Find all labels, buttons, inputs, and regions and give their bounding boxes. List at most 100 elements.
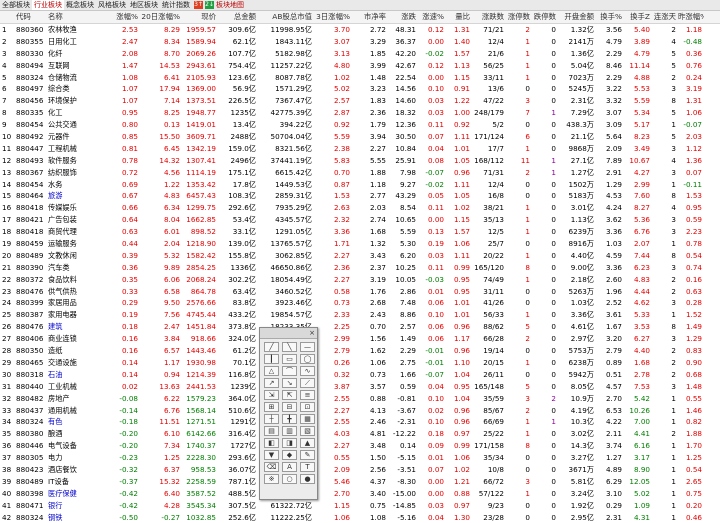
table-row[interactable]: 42 880324 钢铁 -0.50 -0.27 1032.85 252.6亿 11222.2… xyxy=(0,512,720,523)
column-header[interactable]: AB股总市值 xyxy=(258,11,314,23)
table-row[interactable]: 26880476建筑0.182.471451.84373.8亿18233.35亿… xyxy=(0,321,720,333)
table-row[interactable]: 22 880372 食品饮料 0.35 6.06 2068.24 302.2亿 18054.4… xyxy=(0,274,720,286)
column-header[interactable]: 3日涨幅% xyxy=(314,11,352,23)
table-row[interactable]: 24 880399 家居用品 0.29 9.50 2576.66 83.8亿 3923.46亿… xyxy=(0,297,720,309)
table-row[interactable]: 17 880421 广告包装 0.64 8.04 1662.85 53.4亿 4345.57亿… xyxy=(0,214,720,226)
draw-tool-icon[interactable]: ✎ xyxy=(300,450,315,460)
column-header[interactable]: 现价 xyxy=(182,11,218,23)
column-header[interactable]: 开盘金额 xyxy=(558,11,596,23)
tab-6[interactable]: 板块地图 xyxy=(214,0,246,10)
drawing-tool-palette[interactable]: × ╱ ╲ — ┃ ▭ ◯ △ ⌒ ∿ ↗ ↘ ⟋ ⇲ ⇱ ≡ ⊞ ⊟ ⊡ ┼ ╋ ▦ ▤ ▥ ▧ ◧ ◨ ▲ ▼ ◆ ✎ ⌫ A T ※ ○ ● xyxy=(259,327,318,500)
draw-tool-icon[interactable]: ◨ xyxy=(282,438,297,448)
table-row[interactable]: 6 880497 综合类 1.07 17.94 1369.00 56.9亿 1571.29亿 5… xyxy=(0,83,720,95)
table-row[interactable]: 4 880494 互联网 1.47 14.53 2943.61 754.4亿 11257.22… xyxy=(0,60,720,72)
draw-tool-icon[interactable]: ╲ xyxy=(282,342,297,352)
draw-tool-icon[interactable]: ▼ xyxy=(264,450,279,460)
draw-tool-icon[interactable]: ◆ xyxy=(282,450,297,460)
column-header[interactable]: 涨速% xyxy=(418,11,446,23)
close-icon[interactable]: × xyxy=(309,328,315,338)
table-row[interactable]: 27880406商业连锁0.163.84918.66324.0亿10257.86… xyxy=(0,333,720,345)
draw-tool-icon[interactable]: ⌫ xyxy=(264,462,279,472)
column-header[interactable]: 名称 xyxy=(48,11,100,23)
draw-tool-icon[interactable]: ↘ xyxy=(282,378,297,388)
draw-tool-icon[interactable]: ▲ xyxy=(300,438,315,448)
table-row[interactable]: 28880350造纸0.166.571443.4661.2亿2102.99亿2.… xyxy=(0,345,720,357)
draw-tool-icon[interactable]: ╱ xyxy=(264,342,279,352)
table-row[interactable]: 15 880464 旅游 0.67 4.83 6457.43 108.3亿 2859.31亿 1… xyxy=(0,190,720,202)
table-row[interactable]: 34880324有色-0.1811.511271.511291亿26136.77… xyxy=(0,416,720,428)
draw-tool-icon[interactable]: ⌒ xyxy=(282,366,297,376)
tab-5[interactable]: 统计指数 xyxy=(160,0,192,10)
draw-tool-icon[interactable]: ○ xyxy=(282,474,297,484)
draw-tool-icon[interactable]: ▧ xyxy=(300,426,315,436)
column-header[interactable]: 换手Z xyxy=(624,11,652,23)
column-header[interactable]: 连涨天 xyxy=(652,11,678,23)
column-header[interactable] xyxy=(0,11,16,23)
draw-tool-icon[interactable]: ◯ xyxy=(300,354,315,364)
table-row[interactable]: 23 880476 供气供热 0.33 6.58 864.78 63.4亿 3460.52亿 0… xyxy=(0,286,720,298)
column-header[interactable]: 量比 xyxy=(446,11,472,23)
draw-tool-icon[interactable]: ※ xyxy=(264,474,279,484)
column-header[interactable]: 跌停数 xyxy=(532,11,558,23)
draw-tool-icon[interactable]: ▤ xyxy=(264,426,279,436)
draw-tool-icon[interactable]: ┃ xyxy=(264,354,279,364)
table-row[interactable]: 35880380酿酒-0.206.106142.66316.4亿35734.76… xyxy=(0,428,720,440)
draw-tool-icon[interactable]: ◧ xyxy=(264,438,279,448)
draw-tool-icon[interactable]: ⊟ xyxy=(282,402,297,412)
draw-tool-icon[interactable]: ∿ xyxy=(300,366,315,376)
draw-tool-icon[interactable]: ⟋ xyxy=(300,378,315,388)
table-row[interactable]: 8 880335 化工 0.95 8.25 1948.77 1235亿 42775.39亿 2.… xyxy=(0,107,720,119)
table-row[interactable]: 32880482房地产-0.086.221579.23364.0亿1795.14… xyxy=(0,393,720,405)
column-header[interactable]: 20日涨幅% xyxy=(140,11,182,23)
table-row[interactable]: 14 880454 水务 0.69 1.22 1353.42 17.8亿 1449.53亿 0.… xyxy=(0,179,720,191)
table-row[interactable]: 37880305电力-0.231.252228.30293.6亿32220.20… xyxy=(0,452,720,464)
draw-tool-icon[interactable]: ▦ xyxy=(300,414,315,424)
table-row[interactable]: 21 880390 汽车类 0.36 9.89 2854.25 1336亿 46650.86亿… xyxy=(0,262,720,274)
tab-0[interactable]: 全部板块 xyxy=(0,0,32,10)
draw-tool-icon[interactable]: ↗ xyxy=(264,378,279,388)
table-row[interactable]: 40880398医疗保健-0.426.403587.52488.5亿22015.… xyxy=(0,488,720,500)
tab-3[interactable]: 风格板块 xyxy=(96,0,128,10)
table-row[interactable]: 5 880324 仓储物流 1.08 6.41 2105.93 123.6亿 8087.78亿… xyxy=(0,72,720,84)
draw-tool-icon[interactable]: ⇲ xyxy=(264,390,279,400)
table-row[interactable]: 39880489IT设备-0.3715.322258.59787.1亿13701… xyxy=(0,476,720,488)
column-header[interactable]: 涨停数 xyxy=(506,11,532,23)
draw-tool-icon[interactable]: ⇱ xyxy=(282,390,297,400)
table-row[interactable]: 19 880459 运输服务 0.44 2.04 1218.90 139.0亿 13765.5… xyxy=(0,238,720,250)
column-header[interactable]: 涨幅% xyxy=(100,11,140,23)
draw-tool-icon[interactable]: T xyxy=(300,462,315,472)
draw-tool-icon[interactable]: △ xyxy=(264,366,279,376)
table-row[interactable]: 3 880330 化纤 2.08 8.70 2069.26 107.7亿 5182.98亿 3.… xyxy=(0,48,720,60)
draw-tool-icon[interactable]: ▥ xyxy=(282,426,297,436)
draw-tool-icon[interactable]: ⊡ xyxy=(300,402,315,412)
table-row[interactable]: 13 880367 纺织服饰 0.72 4.56 1114.19 175.1亿 6615.42… xyxy=(0,167,720,179)
column-header[interactable]: 市净率 xyxy=(352,11,388,23)
draw-tool-icon[interactable]: ≡ xyxy=(300,390,315,400)
table-row[interactable]: 31880440工业机械0.0213.632441.531239亿25037.9… xyxy=(0,381,720,393)
table-row[interactable]: 20 880489 文教休闲 0.39 5.32 1582.42 155.8亿 3062.85… xyxy=(0,250,720,262)
table-row[interactable]: 9 880454 公共交通 0.80 0.13 1419.01 13.4亿 394.22亿 0.… xyxy=(0,119,720,131)
table-row[interactable]: 29880465交通设施0.141.171930.9870.1亿6000.73亿… xyxy=(0,357,720,369)
column-header[interactable]: 代码 xyxy=(16,11,48,23)
table-row[interactable]: 11 880447 工程机械 0.81 6.45 1342.19 159.0亿 8321.56… xyxy=(0,143,720,155)
table-row[interactable]: 1 880360 农林牧渔 2.53 8.29 1959.57 309.6亿 11998.95… xyxy=(0,24,720,36)
draw-tool-icon[interactable]: ● xyxy=(300,474,315,484)
column-header[interactable]: 涨跌数 xyxy=(472,11,506,23)
table-row[interactable]: 7 880456 环境保护 1.07 7.14 1373.51 226.5亿 7367.47亿… xyxy=(0,95,720,107)
tab-4[interactable]: 地区板块 xyxy=(128,0,160,10)
table-row[interactable]: 30880318石油0.140.941214.39116.8亿25642.64亿… xyxy=(0,369,720,381)
table-row[interactable]: 36880446电气设备-0.207.341740.371727亿25745.7… xyxy=(0,440,720,452)
column-header[interactable]: 总金额 xyxy=(218,11,258,23)
draw-tool-icon[interactable]: ▭ xyxy=(282,354,297,364)
table-row[interactable]: 38880423酒店餐饮-0.326.37958.5336.07亿1083.34… xyxy=(0,464,720,476)
table-row[interactable]: 2 880355 日用化工 2.47 8.34 1589.94 62.1亿 1843.11亿 3… xyxy=(0,36,720,48)
draw-tool-icon[interactable]: ┼ xyxy=(264,414,279,424)
table-row[interactable]: 16 880418 传媒娱乐 0.66 6.34 1299.75 292.6亿 7935.29… xyxy=(0,202,720,214)
tab-1[interactable]: 行业板块 xyxy=(32,0,64,10)
column-header[interactable]: 昨涨幅% xyxy=(678,11,704,23)
column-header[interactable]: 换手% xyxy=(596,11,624,23)
table-row[interactable]: 18 880418 商贸代理 0.63 6.01 898.52 33.1亿 1291.05亿 3… xyxy=(0,226,720,238)
draw-tool-icon[interactable]: A xyxy=(282,462,297,472)
table-row[interactable]: 41 880471 银行 -0.42 4.28 3545.34 307.5亿 61322.72… xyxy=(0,500,720,512)
column-header[interactable]: 涨跌 xyxy=(388,11,418,23)
